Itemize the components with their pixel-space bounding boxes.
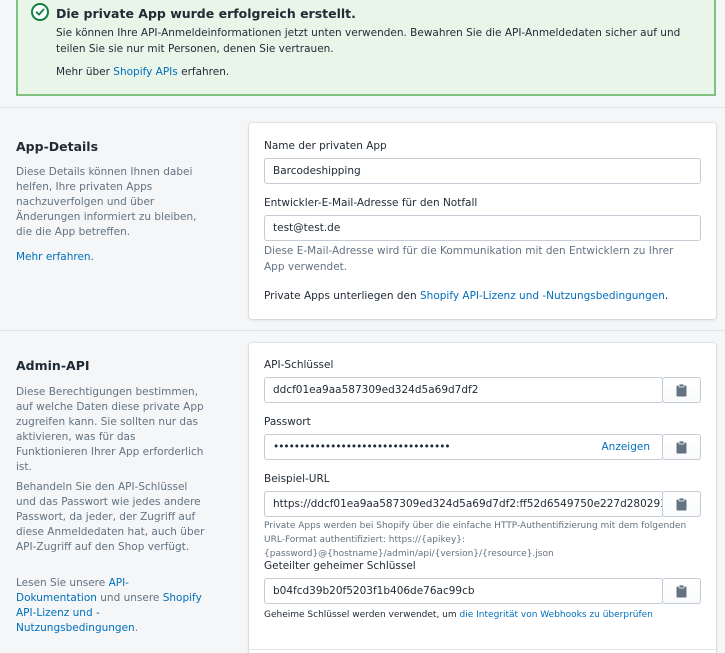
app-details-card: Name der privaten App Barcodeshipping En… <box>249 123 716 319</box>
api-key-input[interactable]: ddcf01ea9aa587309ed324d5a69d7df2 <box>264 377 663 403</box>
admin-api-docs-text: Lesen Sie unsere API-Dokumentation und u… <box>16 576 206 636</box>
clipboard-icon <box>676 584 687 597</box>
copy-api-key-button[interactable] <box>662 377 701 403</box>
app-name-label: Name der privaten App <box>264 140 387 152</box>
terms-suffix: . <box>664 290 669 302</box>
learn-more-link[interactable]: Mehr erfahren. <box>16 250 206 265</box>
show-password-link[interactable]: Anzeigen <box>601 435 650 459</box>
shared-secret-help: Geheime Schlüssel werden verwendet, um d… <box>264 608 704 622</box>
clipboard-icon <box>676 383 687 396</box>
example-url-help: Private Apps werden bei Shopify über die… <box>264 521 687 559</box>
shared-secret-input[interactable]: b04fcd39b20f5203f1b406de76ac99cb <box>264 578 663 604</box>
email-label: Entwickler-E-Mail-Adresse für den Notfal… <box>264 197 478 209</box>
shared-secret-label: Geteilter geheimer Schlüssel <box>264 560 416 572</box>
example-url-label: Beispiel-URL <box>264 473 330 485</box>
app-details-description: Diese Details können Ihnen dabei helfen,… <box>16 166 197 238</box>
example-url-input[interactable]: https://ddcf01ea9aa587309ed324d5a69d7df2… <box>264 491 663 517</box>
api-terms-link[interactable]: Shopify API-Lizenz und -Nutzungsbedingun… <box>420 290 665 302</box>
docs-prefix: Lesen Sie unsere <box>16 577 106 589</box>
password-value: •••••••••••••••••••••••••••••••••• <box>273 441 451 453</box>
app-details-title: App-Details <box>16 139 99 154</box>
email-help-text: Diese E-Mail-Adresse wird für die Kommun… <box>264 245 674 273</box>
copy-shared-secret-button[interactable] <box>662 578 701 604</box>
admin-api-description: Diese Berechtigungen bestimmen, auf welc… <box>16 386 204 473</box>
admin-api-title: Admin-API <box>16 358 90 373</box>
section-divider <box>0 330 725 331</box>
clipboard-icon <box>676 440 687 453</box>
app-name-input[interactable]: Barcodeshipping <box>264 158 701 184</box>
docs-suffix: . <box>134 622 139 634</box>
api-key-label: API-Schlüssel <box>264 359 334 371</box>
secret-help-prefix: Geheime Schlüssel werden verwendet, um <box>264 610 457 620</box>
terms-text: Private Apps unterliegen den Shopify API… <box>264 289 668 305</box>
banner-more-prefix: Mehr über <box>56 66 110 78</box>
email-input[interactable]: test@test.de <box>264 215 701 241</box>
banner-more-suffix: erfahren. <box>181 66 230 78</box>
terms-prefix: Private Apps unterliegen den <box>264 290 417 302</box>
docs-mid: und unsere <box>100 592 160 604</box>
shopify-apis-link[interactable]: Shopify APIs <box>113 66 177 78</box>
admin-api-card: API-Schlüssel ddcf01ea9aa587309ed324d5a6… <box>249 343 716 653</box>
password-label: Passwort <box>264 416 311 428</box>
webhook-integrity-link[interactable]: die Integrität von Webhooks zu überprüfe… <box>460 610 653 620</box>
clipboard-icon <box>676 497 687 510</box>
copy-password-button[interactable] <box>662 434 701 460</box>
banner-body: Sie können Ihre API-Anmeldeinformationen… <box>56 27 681 55</box>
success-banner: Die private App wurde erfolgreich erstel… <box>16 0 716 96</box>
password-input[interactable]: •••••••••••••••••••••••••••••••••• Anzei… <box>264 434 663 460</box>
banner-more-text: Mehr über Shopify APIs erfahren. <box>56 66 229 78</box>
admin-api-credentials-note: Behandeln Sie den API-Schlüssel und das … <box>16 481 205 553</box>
card-section-divider <box>249 649 716 650</box>
copy-example-url-button[interactable] <box>662 491 701 517</box>
section-divider <box>0 107 725 108</box>
banner-title: Die private App wurde erfolgreich erstel… <box>56 6 356 21</box>
checkmark-circle-icon <box>31 3 49 21</box>
